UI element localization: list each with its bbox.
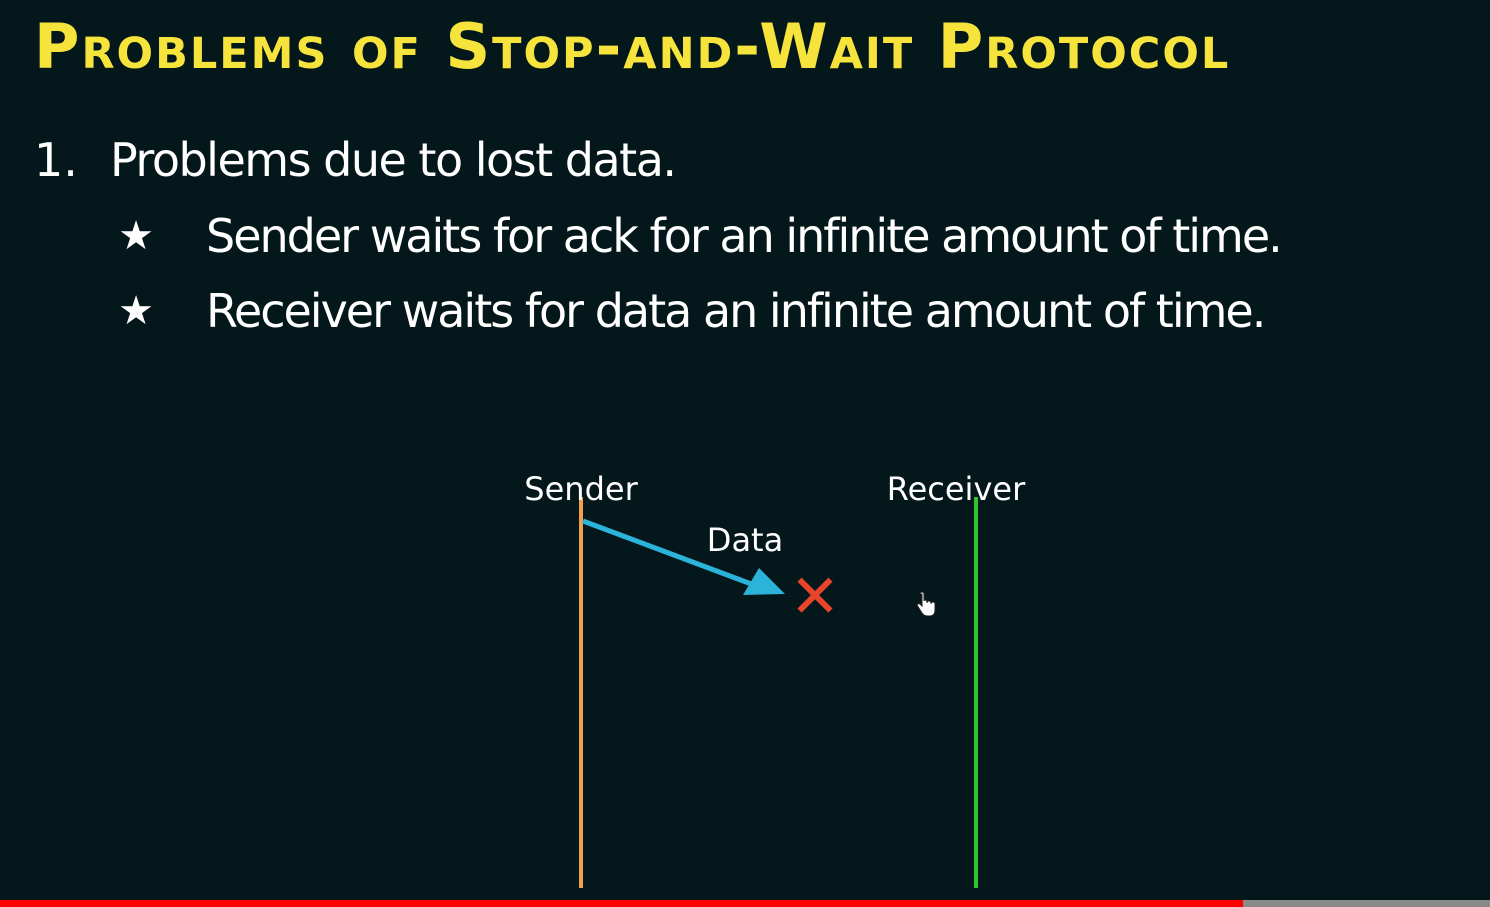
receiver-label: Receiver xyxy=(887,470,1026,508)
lost-data-x-icon: ✕ xyxy=(790,562,840,632)
hand-pointer-icon xyxy=(916,592,936,617)
video-progress-bar[interactable] xyxy=(0,900,1490,907)
video-progress-fill xyxy=(0,900,1243,907)
timing-diagram: Sender Receiver Data ✕ xyxy=(524,470,1026,888)
sender-label: Sender xyxy=(524,470,638,508)
data-label: Data xyxy=(707,521,783,559)
